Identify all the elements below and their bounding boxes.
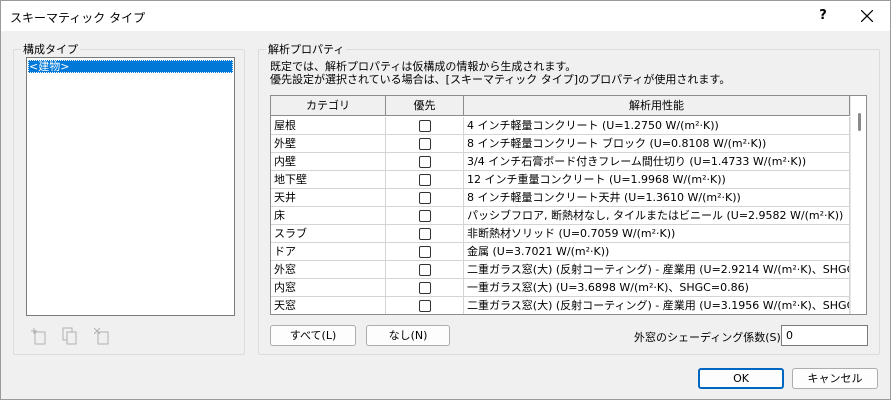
title-bar: スキーマティック タイプ ? [1,1,890,31]
select-none-button[interactable]: なし(N) [366,325,450,346]
property-cell[interactable]: 非断熱材ソリッド (U=0.7059 W/(m²·K)) [464,225,850,243]
list-item[interactable]: <建物> [28,60,233,73]
override-cell [386,279,464,297]
override-checkbox[interactable] [419,228,431,240]
override-cell [386,225,464,243]
category-cell: 外窓 [271,261,386,279]
override-checkbox[interactable] [419,174,431,186]
property-cell[interactable]: 二重ガラス窓(大) (反射コーティング) - 産業用 (U=2.9214 W/(… [464,261,850,279]
table-row[interactable]: 床 パッシブフロア, 断熱材なし, タイルまたはビニール (U=2.9582 W/… [271,207,850,225]
table-row[interactable]: 天井 8 インチ軽量コンクリート天井 (U=1.3610 W/(m²·K)) [271,189,850,207]
category-cell: 地下壁 [271,171,386,189]
table-row[interactable]: 屋根 4 インチ軽量コンクリート (U=1.2750 W/(m²·K)) [271,117,850,135]
property-cell[interactable]: 8 インチ軽量コンクリート天井 (U=1.3610 W/(m²·K)) [464,189,850,207]
override-checkbox[interactable] [419,282,431,294]
help-button[interactable]: ? [809,3,837,29]
override-cell [386,189,464,207]
override-checkbox[interactable] [419,156,431,168]
property-cell[interactable]: 3/4 インチ石膏ボード付きフレーム間仕切り (U=1.4733 W/(m²·K… [464,153,850,171]
override-checkbox[interactable] [419,192,431,204]
cancel-button[interactable]: キャンセル [792,368,878,389]
table-header: カテゴリ 優先 解析用性能 [271,96,850,116]
property-cell[interactable]: 二重ガラス窓(大) (反射コーティング) - 産業用 (U=3.1956 W/(… [464,297,850,314]
category-cell: 屋根 [271,117,386,135]
category-cell: ドア [271,243,386,261]
dialog-title: スキーマティック タイプ [10,11,146,25]
property-cell[interactable]: 金属 (U=3.7021 W/(m²·K)) [464,243,850,261]
add-type-icon[interactable] [31,327,47,345]
shading-coefficient-input[interactable]: 0 [781,325,868,346]
delete-type-icon[interactable] [93,327,110,345]
category-cell: 床 [271,207,386,225]
override-cell [386,243,464,261]
override-cell [386,207,464,225]
category-cell: 天井 [271,189,386,207]
override-checkbox[interactable] [419,138,431,150]
override-cell [386,153,464,171]
ok-button[interactable]: OK [698,368,784,389]
category-cell: 内窓 [271,279,386,297]
table-row[interactable]: 外窓 二重ガラス窓(大) (反射コーティング) - 産業用 (U=2.9214 W… [271,261,850,279]
description-line-2: 優先設定が選択されている場合は、[スキーマティック タイプ]のプロパティが使用さ… [270,73,731,86]
category-cell: 内壁 [271,153,386,171]
category-cell: 外壁 [271,135,386,153]
category-cell: スラブ [271,225,386,243]
override-cell [386,135,464,153]
override-checkbox[interactable] [419,246,431,258]
close-button[interactable] [853,3,881,29]
select-all-button[interactable]: すべて(L) [270,325,356,346]
duplicate-type-icon[interactable] [62,327,78,345]
override-checkbox[interactable] [419,264,431,276]
table-row[interactable]: スラブ 非断熱材ソリッド (U=0.7059 W/(m²·K)) [271,225,850,243]
override-cell [386,117,464,135]
table-scrollbar[interactable] [850,96,866,314]
scrollbar-thumb[interactable] [858,113,861,131]
select-all-label: すべて(L) [289,329,337,342]
override-cell [386,261,464,279]
column-header-override[interactable]: 優先 [386,96,464,116]
shading-coefficient-label: 外窓のシェーディング係数(S): [634,331,785,344]
property-cell[interactable]: パッシブフロア, 断熱材なし, タイルまたはビニール (U=2.9582 W/(… [464,207,850,225]
property-cell[interactable]: 12 インチ重量コンクリート (U=1.9968 W/(m²·K)) [464,171,850,189]
table-row[interactable]: 内壁 3/4 インチ石膏ボード付きフレーム間仕切り (U=1.4733 W/(m²… [271,153,850,171]
override-checkbox[interactable] [419,300,431,312]
table-row[interactable]: 天窓 二重ガラス窓(大) (反射コーティング) - 産業用 (U=3.1956 W… [271,297,850,314]
property-cell[interactable]: 8 インチ軽量コンクリート ブロック (U=0.8108 W/(m²·K)) [464,135,850,153]
category-cell: 天窓 [271,297,386,314]
table-row[interactable]: ドア 金属 (U=3.7021 W/(m²·K)) [271,243,850,261]
property-cell[interactable]: 4 インチ軽量コンクリート (U=1.2750 W/(m²·K)) [464,117,850,135]
schematic-type-dialog: スキーマティック タイプ ? 構成タイプ <建物> 解析プロパティ 既定では、解… [0,0,891,400]
table-row[interactable]: 外壁 8 インチ軽量コンクリート ブロック (U=0.8108 W/(m²·K)) [271,135,850,153]
close-icon [861,10,873,22]
table-row[interactable]: 地下壁 12 インチ重量コンクリート (U=1.9968 W/(m²·K)) [271,171,850,189]
override-checkbox[interactable] [419,210,431,222]
select-none-label: なし(N) [388,329,428,342]
composition-type-list[interactable]: <建物> [26,57,235,316]
analytical-properties-label: 解析プロパティ [266,41,347,57]
table-row[interactable]: 内窓 一重ガラス窓(大) (U=3.6898 W/(m²·K)、SHGC=0.86… [271,279,850,297]
column-header-category[interactable]: カテゴリ [271,96,386,116]
override-cell [386,171,464,189]
property-cell[interactable]: 一重ガラス窓(大) (U=3.6898 W/(m²·K)、SHGC=0.86) [464,279,850,297]
column-header-property[interactable]: 解析用性能 [464,96,850,116]
override-checkbox[interactable] [419,120,431,132]
composition-type-label: 構成タイプ [21,41,80,57]
analytical-properties-table: カテゴリ 優先 解析用性能 屋根 4 インチ軽量コンクリート (U=1.2750 … [270,95,867,315]
override-cell [386,297,464,314]
